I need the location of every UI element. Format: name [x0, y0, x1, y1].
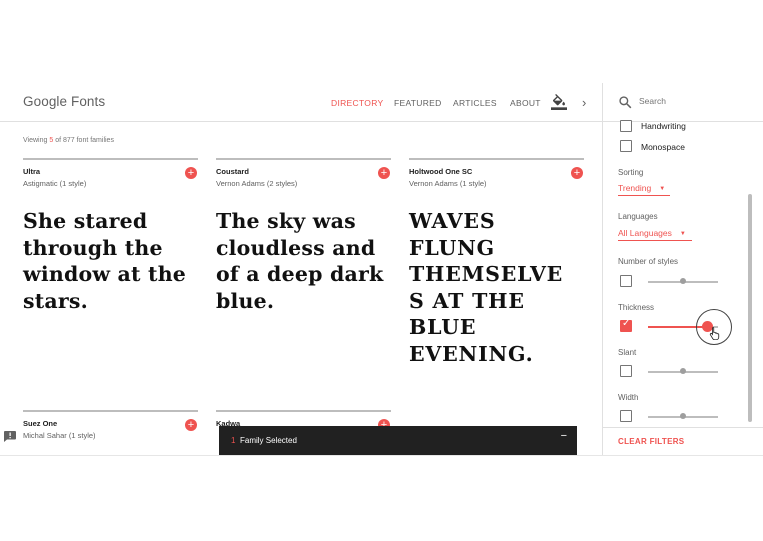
- number-of-styles-slider-thumb[interactable]: [680, 278, 686, 284]
- font-card-ultra[interactable]: Ultra Astigmatic (1 style) + She stared …: [23, 158, 198, 313]
- thickness-checkbox[interactable]: [620, 318, 632, 332]
- slant-label: Slant: [618, 348, 637, 357]
- filter-sidebar: Handwriting Monospace Sorting Trending▼ …: [602, 83, 763, 455]
- search-icon: [619, 96, 632, 109]
- card-divider: [23, 158, 198, 160]
- google-fonts-logo[interactable]: Google Fonts: [23, 94, 105, 109]
- add-font-button[interactable]: +: [185, 167, 197, 179]
- google-fonts-app: Google Fonts DIRECTORY FEATURED ARTICLES…: [0, 83, 763, 455]
- sidebar-scrollbar[interactable]: [748, 194, 752, 422]
- paint-bucket-icon[interactable]: [551, 94, 567, 110]
- results-count-prefix: Viewing: [23, 137, 50, 144]
- results-count: Viewing 5 of 877 font families: [23, 137, 114, 144]
- font-card-kadwa[interactable]: Kadwa +: [216, 410, 391, 431]
- card-divider: [23, 410, 198, 412]
- monospace-label: Monospace: [641, 142, 685, 152]
- sorting-select[interactable]: Trending ▼: [618, 183, 665, 193]
- top-app-bar: Google Fonts DIRECTORY FEATURED ARTICLES…: [0, 83, 602, 122]
- search-bar: [603, 83, 763, 122]
- add-font-button[interactable]: +: [571, 167, 583, 179]
- number-of-styles-checkbox[interactable]: [620, 275, 632, 287]
- font-card-holtwood-one-sc[interactable]: Holtwood One SC Vernon Adams (1 style) +…: [409, 158, 584, 366]
- window-bottom-edge: [0, 455, 763, 456]
- font-designer: Michal Sahar (1 style): [23, 431, 96, 440]
- font-designer: Vernon Adams (1 style): [409, 179, 487, 188]
- width-label: Width: [618, 393, 639, 402]
- nav-articles[interactable]: ARTICLES: [453, 98, 497, 108]
- card-divider: [216, 158, 391, 160]
- feedback-icon[interactable]: [4, 431, 16, 442]
- font-name: Holtwood One SC: [409, 167, 473, 176]
- results-count-suffix: of 877 font families: [53, 137, 114, 144]
- sorting-value: Trending: [618, 183, 652, 193]
- thickness-label: Thickness: [618, 303, 655, 312]
- sorting-label: Sorting: [618, 168, 644, 177]
- languages-label: Languages: [618, 212, 658, 221]
- languages-value: All Languages: [618, 228, 672, 238]
- width-checkbox[interactable]: [620, 410, 632, 422]
- handwriting-checkbox[interactable]: [620, 120, 632, 132]
- selection-snackbar[interactable]: 1 Family Selected −: [219, 426, 577, 455]
- number-of-styles-label: Number of styles: [618, 257, 679, 266]
- monospace-checkbox[interactable]: [620, 140, 632, 152]
- slant-checkbox[interactable]: [620, 365, 632, 377]
- minimize-icon[interactable]: −: [561, 430, 567, 442]
- hand-cursor-icon: [709, 326, 720, 340]
- font-designer: Vernon Adams (2 styles): [216, 179, 298, 188]
- card-divider: [409, 158, 584, 160]
- card-divider: [216, 410, 391, 412]
- languages-underline: [618, 240, 692, 241]
- nav-directory[interactable]: DIRECTORY: [331, 98, 383, 108]
- font-name: Suez One: [23, 419, 58, 428]
- handwriting-label: Handwriting: [641, 121, 686, 131]
- slant-slider-thumb[interactable]: [680, 368, 686, 374]
- font-sample-text[interactable]: WAVES FLUNG THEMSELVE S AT THE BLUE EVEN…: [409, 208, 584, 367]
- sorting-underline: [618, 195, 670, 196]
- dropdown-caret-icon: ▼: [679, 231, 686, 237]
- font-name: Ultra: [23, 167, 41, 176]
- font-card-coustard[interactable]: Coustard Vernon Adams (2 styles) + The s…: [216, 158, 391, 313]
- clear-filters-button[interactable]: CLEAR FILTERS: [618, 437, 684, 446]
- selected-text: Family Selected: [240, 436, 297, 445]
- font-sample-text[interactable]: The sky was cloudless and of a deep dark…: [216, 208, 391, 314]
- chevron-right-icon[interactable]: ›: [582, 95, 586, 110]
- font-designer: Astigmatic (1 style): [23, 179, 87, 188]
- selected-count: 1: [231, 436, 236, 445]
- nav-about[interactable]: ABOUT: [510, 98, 541, 108]
- search-input[interactable]: [639, 96, 749, 106]
- languages-select[interactable]: All Languages ▼: [618, 228, 686, 238]
- add-font-button[interactable]: +: [378, 167, 390, 179]
- dropdown-caret-icon: ▼: [659, 186, 666, 192]
- font-card-suez-one[interactable]: Suez One Michal Sahar (1 style) +: [23, 410, 198, 440]
- nav-featured[interactable]: FEATURED: [394, 98, 442, 108]
- clear-filters-bar: CLEAR FILTERS: [603, 427, 763, 455]
- font-sample-text[interactable]: She stared through the window at the sta…: [23, 208, 198, 314]
- font-name: Coustard: [216, 167, 249, 176]
- add-font-button[interactable]: +: [185, 419, 197, 431]
- width-slider-thumb[interactable]: [680, 413, 686, 419]
